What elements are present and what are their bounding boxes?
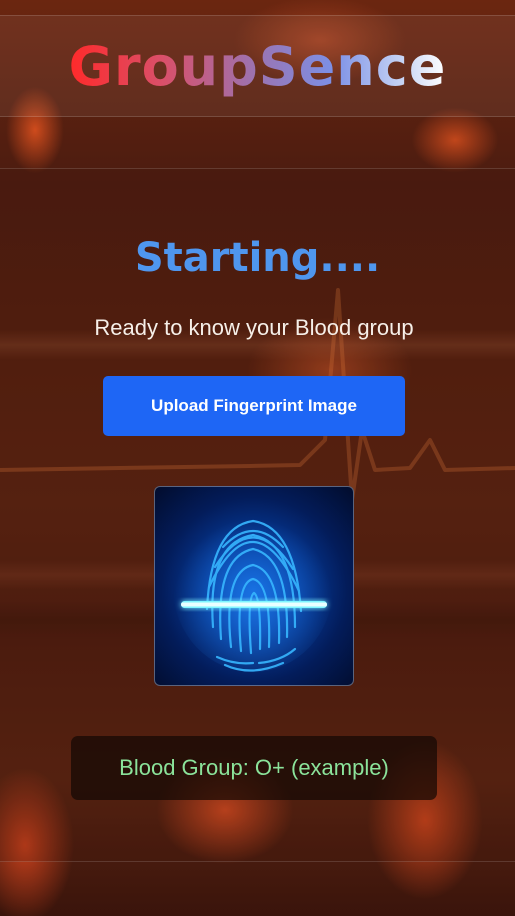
status-headline: Starting....	[134, 235, 381, 281]
main-panel: Starting.... Ready to know your Blood gr…	[0, 168, 515, 862]
fingerprint-preview	[154, 486, 354, 686]
brand-title: GroupSence	[68, 34, 447, 98]
app-header: GroupSence	[0, 15, 515, 117]
fingerprint-scan-icon	[173, 502, 333, 672]
subtitle-text: Ready to know your Blood group	[94, 315, 414, 340]
blood-group-result: Blood Group: O+ (example)	[71, 736, 437, 800]
upload-fingerprint-button[interactable]: Upload Fingerprint Image	[103, 376, 405, 436]
